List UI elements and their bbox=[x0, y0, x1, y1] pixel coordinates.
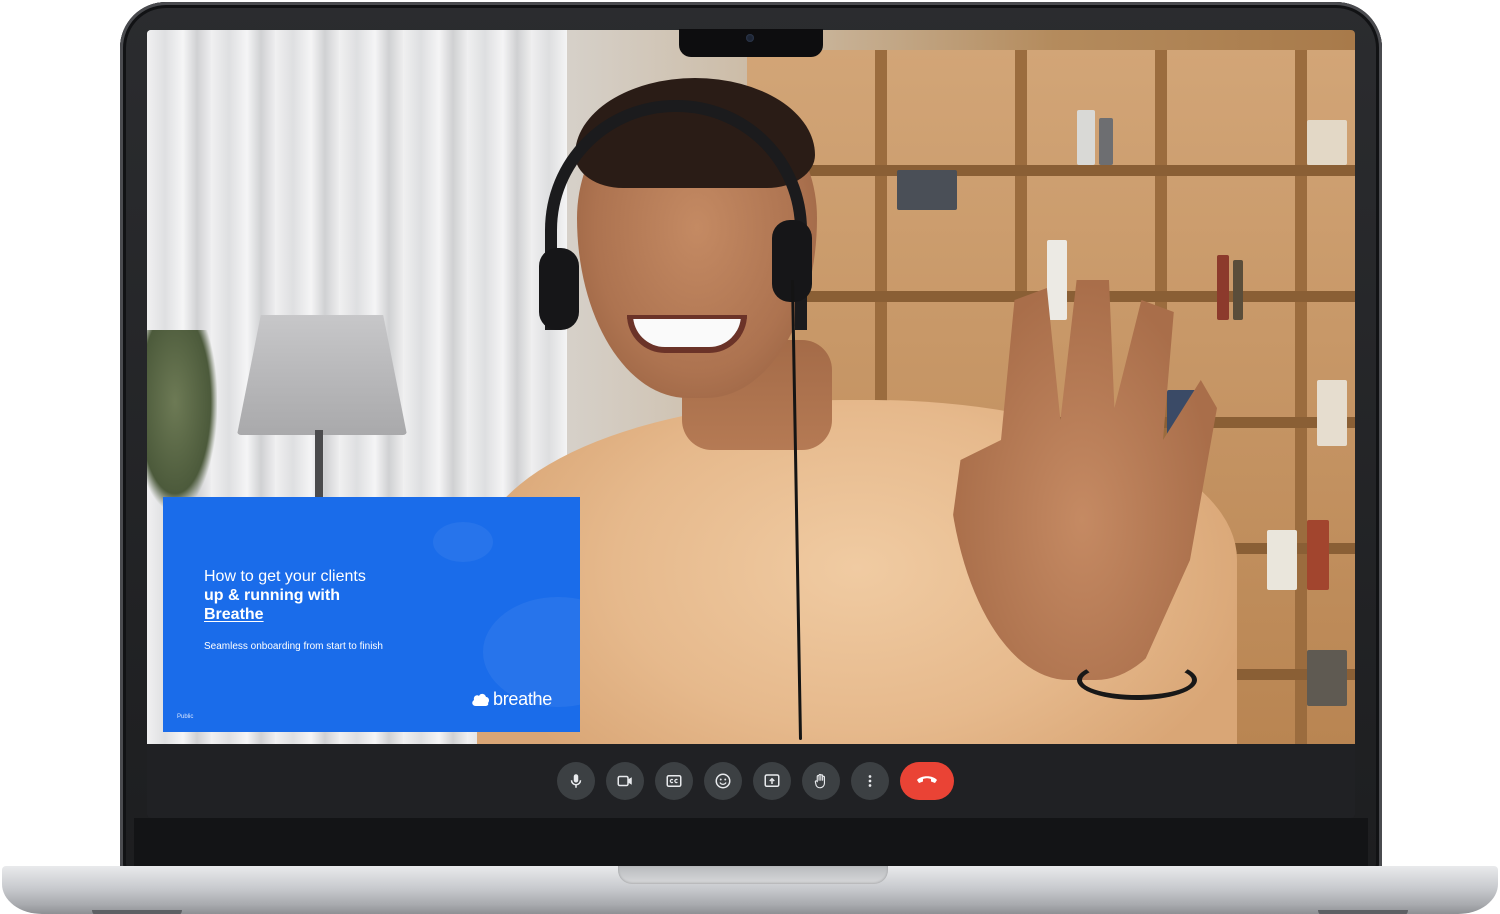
book bbox=[1317, 380, 1347, 446]
camera-notch bbox=[679, 29, 823, 57]
reactions-button[interactable] bbox=[703, 762, 742, 800]
slide-classification-label: Public bbox=[177, 714, 194, 720]
laptop-opening-notch bbox=[618, 866, 888, 884]
video-camera-icon bbox=[616, 772, 634, 790]
slide-title-brand: Breathe bbox=[204, 606, 264, 623]
presentation-tile[interactable]: How to get your clients up & running wit… bbox=[163, 497, 580, 732]
book bbox=[1267, 530, 1297, 590]
hang-up-icon bbox=[915, 772, 939, 791]
book bbox=[897, 170, 957, 210]
laptop-foot bbox=[92, 910, 182, 914]
more-options-button[interactable] bbox=[850, 762, 889, 800]
call-control-bar bbox=[147, 744, 1355, 818]
emoji-icon bbox=[714, 772, 732, 790]
raise-hand-button[interactable] bbox=[801, 762, 840, 800]
laptop-screen: How to get your clients up & running wit… bbox=[147, 30, 1355, 818]
raise-hand-icon bbox=[812, 772, 830, 790]
book bbox=[1307, 520, 1329, 590]
leave-call-button[interactable] bbox=[899, 762, 954, 800]
camera-button[interactable] bbox=[605, 762, 644, 800]
book bbox=[1047, 240, 1067, 320]
brand-wordmark: breathe bbox=[493, 689, 552, 709]
slide-cloud-decoration bbox=[433, 522, 493, 562]
laptop-bezel-chin bbox=[134, 818, 1368, 870]
book bbox=[1307, 120, 1347, 165]
laptop-foot bbox=[1318, 910, 1408, 914]
closed-captions-icon bbox=[665, 772, 683, 790]
book bbox=[1077, 110, 1095, 165]
webcam-icon bbox=[746, 34, 754, 42]
background-lamp bbox=[237, 315, 407, 435]
background-plant bbox=[147, 330, 217, 510]
breathe-logo: breathe bbox=[471, 689, 552, 710]
bracelet bbox=[1077, 660, 1197, 700]
participant-video: How to get your clients up & running wit… bbox=[147, 30, 1355, 744]
microphone-icon bbox=[567, 772, 585, 790]
book bbox=[1233, 260, 1243, 320]
slide-title-line: How to get your clients bbox=[204, 568, 366, 585]
present-button[interactable] bbox=[752, 762, 791, 800]
slide-subtitle: Seamless onboarding from start to finish bbox=[204, 641, 383, 652]
book bbox=[1217, 255, 1229, 320]
captions-button[interactable] bbox=[654, 762, 693, 800]
laptop-base bbox=[2, 866, 1498, 914]
present-screen-icon bbox=[763, 772, 781, 790]
microphone-button[interactable] bbox=[556, 762, 595, 800]
slide-title-line: up & running with bbox=[204, 587, 340, 604]
book bbox=[1307, 650, 1347, 706]
book bbox=[1099, 118, 1113, 165]
more-vertical-icon bbox=[861, 772, 879, 790]
cloud-icon bbox=[471, 692, 490, 708]
headset-ear-cup bbox=[539, 248, 579, 330]
